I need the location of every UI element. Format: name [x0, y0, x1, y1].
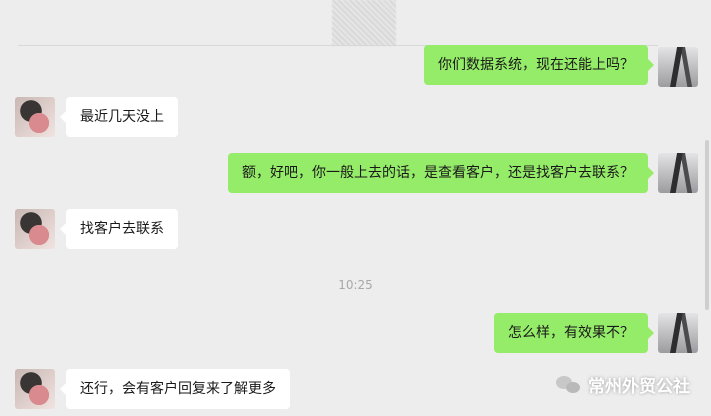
timestamp: 10:25 [338, 278, 373, 292]
avatar-contact[interactable] [15, 97, 55, 137]
message-bubble-received[interactable]: 最近几天没上 [60, 97, 178, 137]
message-bubble-sent[interactable]: 你们数据系统，现在还能上吗？ [424, 45, 654, 85]
watermark: 常州外贸公社 [556, 372, 690, 397]
wechat-logo-icon [556, 374, 582, 396]
message-bubble-sent[interactable]: 额，好吧，你一般上去的话，是查看客户，还是找客户去联系？ [228, 153, 654, 193]
watermark-text: 常州外贸公社 [588, 377, 690, 397]
message-bubble-received[interactable]: 还行，会有客户回复来了解更多 [60, 369, 290, 409]
avatar-contact[interactable] [15, 369, 55, 409]
blurred-area [332, 0, 396, 46]
avatar-self[interactable] [658, 47, 698, 87]
avatar-self[interactable] [658, 153, 698, 193]
message-bubble-sent[interactable]: 怎么样，有效果不？ [494, 313, 654, 353]
avatar-self[interactable] [658, 313, 698, 353]
message-bubble-received[interactable]: 找客户去联系 [60, 209, 178, 249]
avatar-contact[interactable] [15, 209, 55, 249]
chat-window: 你们数据系统，现在还能上吗？ 最近几天没上 额，好吧，你一般上去的话，是查看客户… [0, 0, 711, 416]
